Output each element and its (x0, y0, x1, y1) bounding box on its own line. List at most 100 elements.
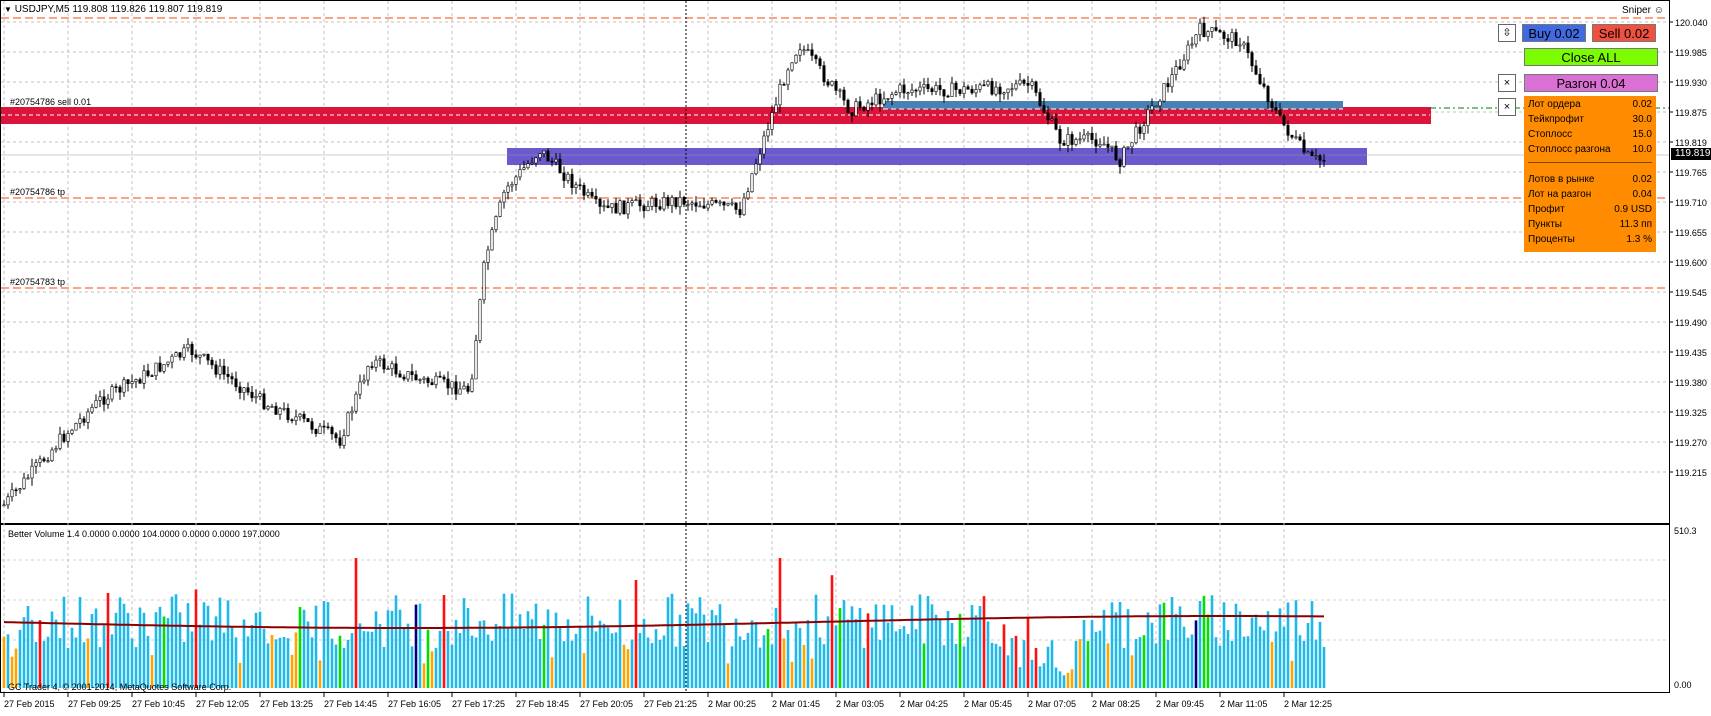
candle-body (294, 416, 298, 421)
candle-body (206, 353, 210, 361)
candle-body (994, 86, 998, 95)
candle-body (274, 406, 278, 415)
volume-bar (718, 604, 722, 688)
info-row: Лот ордера 0.02 (1528, 99, 1652, 110)
volume-bar (974, 615, 978, 688)
time-label: 2 Mar 05:45 (964, 699, 1012, 709)
candle-body (1290, 134, 1294, 138)
candle-body (498, 201, 502, 217)
close-all-button[interactable]: Close ALL (1524, 48, 1658, 66)
volume-bar (774, 607, 778, 688)
candle-body (1138, 126, 1142, 134)
volume-bar (710, 609, 714, 688)
volume-bar (290, 654, 294, 688)
candle-body (806, 49, 810, 52)
volume-bar (702, 614, 706, 688)
volume-bar (450, 644, 454, 688)
candle-body (1010, 88, 1014, 91)
volume-bar (38, 620, 42, 688)
price-label: 119.380 (1675, 378, 1707, 388)
volume-bar (1126, 609, 1130, 688)
candle-body (6, 496, 10, 506)
candle-body (1106, 143, 1110, 148)
volume-bar (1058, 671, 1062, 688)
volume-bar (418, 603, 422, 688)
candle-body (782, 84, 786, 86)
razgon-button[interactable]: Разгон 0.04 (1524, 74, 1658, 92)
volume-bar (906, 634, 910, 688)
volume-bar (850, 606, 854, 688)
volume-bar (166, 618, 170, 688)
price-chart[interactable]: 120.040 119.985 119.930 119.875 119.819 119.7… (0, 0, 1711, 713)
time-label: 27 Feb 21:25 (644, 699, 697, 709)
volume-bar (510, 593, 514, 688)
candle-body (1158, 100, 1162, 107)
candle-body (1242, 42, 1246, 46)
candle-body (222, 365, 226, 375)
candle-body (1142, 125, 1146, 134)
candle-body (94, 400, 98, 408)
volume-bar (1242, 636, 1246, 688)
candle-body (1114, 145, 1118, 161)
info-row: Стоплосс 15.0 (1528, 129, 1652, 140)
volume-bar (858, 607, 862, 688)
volume-bar (574, 633, 578, 688)
chart-window[interactable]: 120.040 119.985 119.930 119.875 119.819 119.7… (0, 0, 1711, 713)
candle-body (38, 458, 42, 463)
candle-body (110, 386, 114, 400)
volume-bar (958, 613, 962, 688)
info-separator (1528, 162, 1652, 163)
price-label: 119.270 (1675, 438, 1707, 448)
candle-body (466, 385, 470, 392)
volume-bar (162, 616, 166, 688)
sell-button[interactable]: Sell 0.02 (1592, 24, 1656, 42)
volume-bar (926, 596, 930, 688)
volume-bar (310, 637, 314, 688)
candle-body (254, 396, 258, 399)
candle-body (262, 393, 266, 410)
candle-body (654, 198, 658, 207)
candle-body (738, 209, 742, 216)
candle-body (530, 162, 534, 165)
expand-arrows-button[interactable]: ⇳ (1498, 24, 1516, 42)
time-label: 27 Feb 10:45 (132, 699, 185, 709)
info-panel: Лот ордера 0.02 Тейкпрофит 30.0 Стоплосс 15… (1524, 96, 1656, 252)
volume-bar (1042, 663, 1046, 688)
candle-body (1154, 105, 1158, 108)
candle-body (46, 460, 50, 463)
volume-bar (378, 623, 382, 688)
volume-bar (790, 661, 794, 688)
candle-body (1034, 81, 1038, 93)
volume-bar (1230, 641, 1234, 688)
volume-bar (326, 602, 330, 688)
candle-body (174, 352, 178, 357)
expert-name: Sniper (1622, 5, 1651, 16)
candle-body (1238, 44, 1242, 47)
candle-body (814, 55, 818, 60)
candle-body (1162, 83, 1166, 102)
buy-button[interactable]: Buy 0.02 (1522, 24, 1586, 42)
chart-menu-icon[interactable]: ▼ (4, 5, 12, 14)
candle-body (14, 489, 18, 492)
candle-body (1210, 27, 1214, 32)
volume-bar (454, 619, 458, 688)
candle-body (1074, 139, 1078, 145)
candle-body (1182, 59, 1186, 70)
candle-body (1166, 83, 1170, 88)
candle-body (1178, 66, 1182, 70)
volume-bar (422, 663, 426, 688)
volume-bar (838, 608, 842, 688)
price-label: 119.215 (1675, 468, 1707, 478)
candle-body (1170, 74, 1174, 88)
info-row: Проценты 1.3 % (1528, 234, 1652, 245)
level-zone (883, 101, 1343, 109)
candle-body (1102, 143, 1106, 146)
volume-bar (938, 618, 942, 688)
close-x-button-2[interactable]: × (1498, 98, 1516, 116)
candle-body (362, 379, 366, 383)
close-x-button-1[interactable]: × (1498, 74, 1516, 92)
candle-body (1058, 128, 1062, 144)
volume-bar (1178, 606, 1182, 688)
candle-body (1006, 88, 1010, 93)
volume-bar (698, 597, 702, 688)
